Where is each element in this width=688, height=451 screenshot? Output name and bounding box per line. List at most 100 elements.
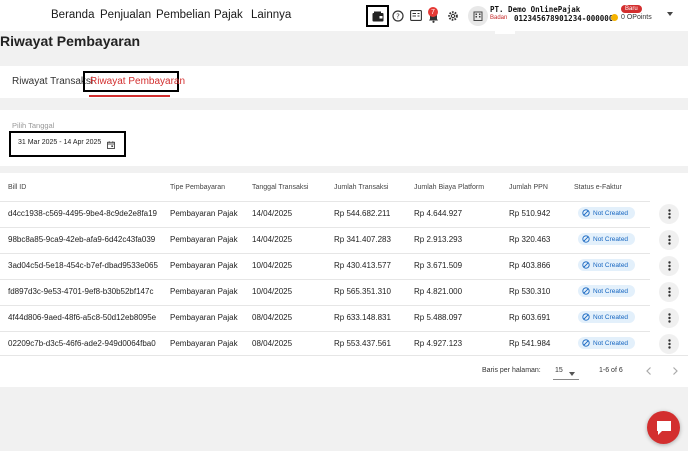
receipt-icon: [409, 10, 422, 21]
col-header-bill-id: Bill ID: [8, 184, 27, 191]
status-label: Not Created: [593, 339, 629, 347]
row-actions-button[interactable]: [659, 204, 679, 224]
building-icon: [473, 11, 483, 21]
cell-amount: Rp 565.351.310: [334, 287, 391, 296]
tab-riwayat-pembayaran-label[interactable]: Riwayat Pembayaran: [90, 76, 185, 87]
nav-pajak[interactable]: Pajak: [214, 9, 243, 21]
cell-type: Pembayaran Pajak: [170, 313, 238, 322]
row-divider: [0, 279, 650, 280]
chat-button[interactable]: [647, 411, 680, 444]
cell-bill-id[interactable]: 98bc8a85-9ca9-42eb-afa9-6d42c43fa039: [8, 235, 155, 244]
cell-ppn: Rp 603.691: [509, 313, 551, 322]
chevron-down-icon[interactable]: [569, 372, 575, 376]
status-badge: Not Created: [578, 337, 635, 349]
more-vertical-icon: [667, 339, 671, 349]
company-type-label: Badan: [490, 15, 508, 21]
cell-date: 14/04/2025: [252, 209, 293, 218]
blocked-icon: [582, 209, 590, 217]
col-header-status: Status e-Faktur: [574, 184, 622, 191]
cell-ppn: Rp 510.942: [509, 209, 551, 218]
nav-lainnya[interactable]: Lainnya: [251, 9, 291, 21]
status-label: Not Created: [593, 235, 629, 243]
nav-beranda[interactable]: Beranda: [51, 9, 94, 21]
more-vertical-icon: [667, 287, 671, 297]
row-actions-button[interactable]: [659, 256, 679, 276]
cell-bill-id[interactable]: 4f44d806-9aed-48f6-a5c8-50d12eb8095e: [8, 313, 156, 322]
row-actions-button[interactable]: [659, 282, 679, 302]
status-badge: Not Created: [578, 259, 635, 271]
rows-per-page-label: Baris per halaman:: [482, 367, 541, 374]
cell-amount: Rp 430.413.577: [334, 261, 391, 270]
cell-fee: Rp 5.488.097: [414, 313, 463, 322]
col-header-tipe: Tipe Pembayaran: [170, 184, 225, 191]
cell-amount: Rp 341.407.283: [334, 235, 391, 244]
nav-pembelian[interactable]: Pembelian: [156, 9, 210, 21]
chevron-right-icon[interactable]: [670, 366, 680, 376]
top-navbar: Beranda Penjualan Pembelian Pajak Lainny…: [0, 0, 688, 31]
cell-type: Pembayaran Pajak: [170, 235, 238, 244]
points-balance[interactable]: 0 OPoints: [621, 14, 652, 21]
status-badge: Not Created: [578, 311, 635, 323]
cell-date: 08/04/2025: [252, 313, 293, 322]
blocked-icon: [582, 313, 590, 321]
notification-badge: 7: [428, 7, 438, 17]
blocked-icon: [582, 261, 590, 269]
row-divider: [0, 355, 688, 356]
cell-ppn: Rp 320.463: [509, 235, 551, 244]
cell-fee: Rp 4.821.000: [414, 287, 463, 296]
company-avatar[interactable]: [468, 6, 488, 26]
calendar-icon[interactable]: [107, 141, 115, 149]
wallet-button[interactable]: [366, 5, 389, 27]
cell-amount: Rp 633.148.831: [334, 313, 391, 322]
row-actions-button[interactable]: [659, 230, 679, 250]
nav-penjualan[interactable]: Penjualan: [100, 9, 151, 21]
rows-per-page-value[interactable]: 15: [555, 367, 563, 374]
cell-fee: Rp 3.671.509: [414, 261, 463, 270]
pagination-range: 1-6 of 6: [599, 367, 623, 374]
company-name[interactable]: PT. Demo OnlinePajak: [490, 5, 580, 14]
gear-icon: [447, 10, 458, 21]
nav-indicator: [495, 31, 515, 34]
col-header-jumlah-transaksi: Jumlah Transaksi: [334, 184, 389, 191]
blocked-icon: [582, 287, 590, 295]
cell-type: Pembayaran Pajak: [170, 261, 238, 270]
cell-ppn: Rp 530.310: [509, 287, 551, 296]
row-divider: [0, 227, 650, 228]
cell-fee: Rp 4.644.927: [414, 209, 463, 218]
date-range-value[interactable]: 31 Mar 2025 - 14 Apr 2025: [18, 139, 101, 146]
cell-ppn: Rp 403.866: [509, 261, 551, 270]
row-divider: [0, 305, 650, 306]
cell-bill-id[interactable]: d4cc1938-c569-4495-9be4-8c9de2e8fa19: [8, 209, 157, 218]
blocked-icon: [582, 235, 590, 243]
chevron-left-icon[interactable]: [644, 366, 654, 376]
cell-type: Pembayaran Pajak: [170, 209, 238, 218]
more-vertical-icon: [667, 313, 671, 323]
row-actions-button[interactable]: [659, 334, 679, 354]
more-vertical-icon: [667, 261, 671, 271]
status-badge: Not Created: [578, 207, 635, 219]
receipt-button[interactable]: [409, 9, 422, 22]
points-coin-icon: [611, 14, 618, 21]
more-vertical-icon: [667, 209, 671, 219]
tab-riwayat-transaksi[interactable]: Riwayat Transaksi: [12, 76, 93, 87]
blocked-icon: [582, 339, 590, 347]
more-vertical-icon: [667, 235, 671, 245]
row-divider: [0, 253, 650, 254]
cell-date: 14/04/2025: [252, 235, 293, 244]
cell-bill-id[interactable]: 02209c7b-d3c5-46f6-ade2-949d0064fba0: [8, 339, 156, 348]
cell-ppn: Rp 541.984: [509, 339, 551, 348]
col-header-biaya-platform: Jumlah Biaya Platform: [414, 184, 485, 191]
col-header-ppn: Jumlah PPN: [509, 184, 548, 191]
status-label: Not Created: [593, 287, 629, 295]
row-divider: [0, 201, 650, 202]
status-label: Not Created: [593, 313, 629, 321]
chevron-down-icon[interactable]: [667, 12, 673, 16]
cell-bill-id[interactable]: 3ad04c5d-5e18-454c-b7ef-dbad9533e065: [8, 261, 158, 270]
row-actions-button[interactable]: [659, 308, 679, 328]
help-icon: ?: [391, 9, 404, 22]
settings-button[interactable]: [446, 9, 459, 22]
cell-fee: Rp 4.927.123: [414, 339, 463, 348]
cell-bill-id[interactable]: fd897d3c-9e53-4701-9ef8-b30b52bf147c: [8, 287, 153, 296]
cell-date: 08/04/2025: [252, 339, 293, 348]
help-button[interactable]: ?: [391, 9, 404, 22]
